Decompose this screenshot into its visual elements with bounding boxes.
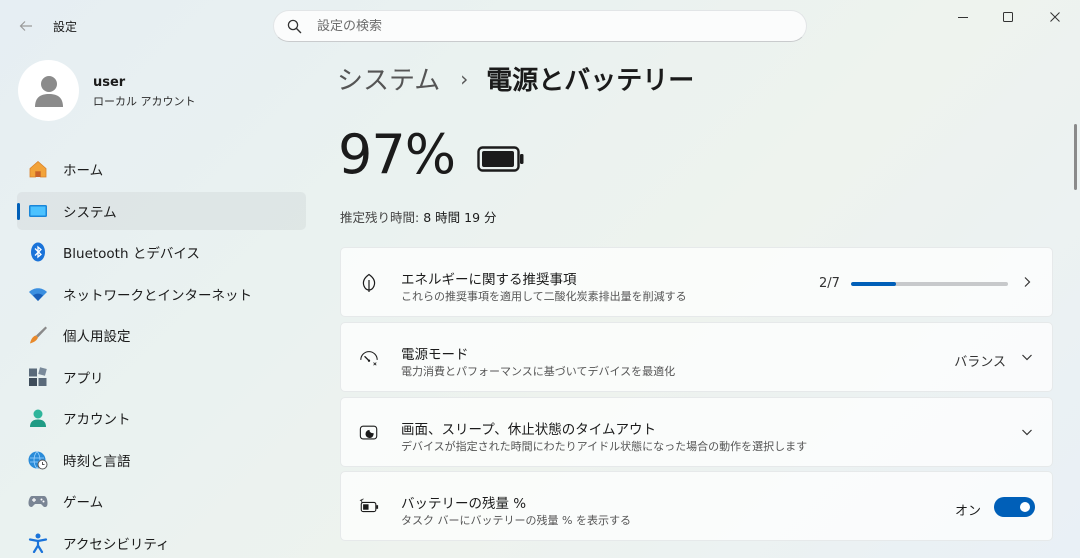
brush-icon bbox=[28, 325, 48, 345]
estimate-value: 8 時間 19 分 bbox=[423, 210, 497, 225]
account-type: ローカル アカウント bbox=[93, 95, 196, 108]
leaf-icon bbox=[359, 273, 379, 293]
search-input[interactable] bbox=[317, 18, 777, 34]
screen-sleep-icon bbox=[359, 423, 379, 443]
back-arrow-icon bbox=[19, 21, 32, 31]
sidebar-item-label: Bluetooth とデバイス bbox=[63, 246, 200, 262]
sidebar-item-gaming[interactable]: ゲーム bbox=[17, 482, 306, 520]
battery-fill bbox=[482, 151, 514, 167]
breadcrumb-separator: › bbox=[460, 66, 469, 91]
apps-icon bbox=[28, 366, 48, 387]
maximize-icon bbox=[1003, 12, 1013, 22]
avatar[interactable] bbox=[18, 60, 79, 121]
maximize-button[interactable] bbox=[985, 0, 1031, 34]
account-icon bbox=[28, 408, 48, 428]
time-language-icon bbox=[28, 450, 48, 470]
back-button[interactable] bbox=[14, 14, 38, 38]
card-title: 画面、スリープ、休止状態のタイムアウト bbox=[401, 422, 657, 438]
card-subtitle: 電力消費とパフォーマンスに基づいてデバイスを最適化 bbox=[401, 365, 676, 378]
sidebar-item-label: ホーム bbox=[63, 163, 104, 179]
accessibility-icon bbox=[28, 533, 48, 553]
bluetooth-icon bbox=[28, 242, 48, 262]
sidebar-item-apps[interactable]: アプリ bbox=[17, 358, 306, 396]
search-icon bbox=[287, 18, 303, 34]
battery-icon bbox=[477, 146, 525, 176]
toggle-knob bbox=[1020, 502, 1030, 512]
breadcrumb: システム › 電源とバッテリー bbox=[337, 60, 694, 97]
estimated-time: 推定残り時間: 8 時間 19 分 bbox=[340, 207, 497, 226]
sidebar-item-label: 個人用設定 bbox=[63, 329, 131, 345]
home-icon bbox=[28, 159, 48, 179]
close-button[interactable] bbox=[1032, 0, 1078, 34]
screen-sleep-card[interactable]: 画面、スリープ、休止状態のタイムアウト デバイスが指定された時間にわたりアイドル… bbox=[340, 397, 1053, 467]
progress-bar bbox=[851, 282, 1008, 286]
chevron-right-icon[interactable] bbox=[1020, 275, 1034, 289]
progress-count: 2/7 bbox=[819, 276, 840, 291]
energy-recommendations-card[interactable]: エネルギーに関する推奨事項 これらの推奨事項を適用して二酸化炭素排出量を削減する… bbox=[340, 247, 1053, 317]
sidebar-item-home[interactable]: ホーム bbox=[17, 150, 306, 188]
estimate-label: 推定残り時間: bbox=[340, 210, 420, 225]
sidebar-nav: ホーム システム Bluetooth とデバイス ネットワークとインターネット … bbox=[17, 150, 306, 558]
page-title: 電源とバッテリー bbox=[486, 66, 695, 96]
sidebar-item-label: ネットワークとインターネット bbox=[63, 287, 252, 304]
toggle-state-label: オン bbox=[954, 504, 981, 519]
battery-percentage: 97% bbox=[338, 123, 456, 186]
sidebar-item-network[interactable]: ネットワークとインターネット bbox=[17, 275, 306, 313]
scrollbar[interactable] bbox=[1074, 124, 1077, 190]
search-box[interactable] bbox=[273, 10, 807, 42]
minimize-icon bbox=[958, 17, 968, 18]
sidebar-item-label: アカウント bbox=[63, 412, 131, 428]
sidebar-item-label: アプリ bbox=[63, 370, 104, 387]
sidebar-item-bluetooth[interactable]: Bluetooth とデバイス bbox=[17, 233, 306, 271]
power-mode-card[interactable]: 電源モード 電力消費とパフォーマンスに基づいてデバイスを最適化 バランス bbox=[340, 322, 1053, 392]
user-icon bbox=[34, 75, 63, 107]
breadcrumb-parent[interactable]: システム bbox=[337, 60, 440, 97]
battery-percent-card[interactable]: バッテリーの残量 % タスク バーにバッテリーの残量 % を表示する オン bbox=[340, 471, 1053, 541]
sidebar-item-time-language[interactable]: 時刻と言語 bbox=[17, 441, 306, 479]
user-name: user bbox=[93, 75, 126, 90]
close-icon bbox=[1050, 12, 1060, 22]
app-title: 設定 bbox=[53, 20, 78, 34]
sidebar-item-label: ゲーム bbox=[63, 495, 104, 511]
chevron-down-icon[interactable] bbox=[1020, 425, 1034, 439]
minimize-button[interactable] bbox=[940, 0, 986, 34]
network-icon bbox=[28, 284, 48, 304]
card-title: バッテリーの残量 % bbox=[401, 496, 527, 512]
sidebar-item-system[interactable]: システム bbox=[17, 191, 306, 230]
settings-window: 設定 user ローカル アカウント ホーム bbox=[0, 0, 1080, 558]
card-subtitle: これらの推奨事項を適用して二酸化炭素排出量を削減する bbox=[401, 290, 687, 303]
sidebar-item-label: 時刻と言語 bbox=[63, 453, 131, 470]
gamepad-icon bbox=[28, 491, 48, 511]
chevron-down-icon[interactable] bbox=[1020, 350, 1034, 364]
progress-fill bbox=[851, 282, 896, 286]
sidebar-item-label: システム bbox=[63, 204, 117, 221]
battery-percent-toggle[interactable] bbox=[994, 497, 1035, 517]
title-bar: 設定 bbox=[0, 0, 1080, 52]
system-icon bbox=[28, 201, 48, 221]
card-title: 電源モード bbox=[401, 347, 469, 363]
sidebar-item-accessibility[interactable]: アクセシビリティ bbox=[17, 524, 306, 558]
battery-percent-icon bbox=[359, 497, 379, 517]
sidebar-item-personalization[interactable]: 個人用設定 bbox=[17, 316, 306, 354]
sidebar-item-label: アクセシビリティ bbox=[63, 536, 170, 553]
card-subtitle: デバイスが指定された時間にわたりアイドル状態になった場合の動作を選択します bbox=[401, 440, 808, 453]
power-mode-icon bbox=[359, 348, 379, 368]
power-mode-select[interactable]: バランス bbox=[954, 351, 1006, 370]
card-subtitle: タスク バーにバッテリーの残量 % を表示する bbox=[401, 514, 631, 527]
sidebar-item-accounts[interactable]: アカウント bbox=[17, 399, 306, 437]
card-title: エネルギーに関する推奨事項 bbox=[401, 272, 577, 288]
